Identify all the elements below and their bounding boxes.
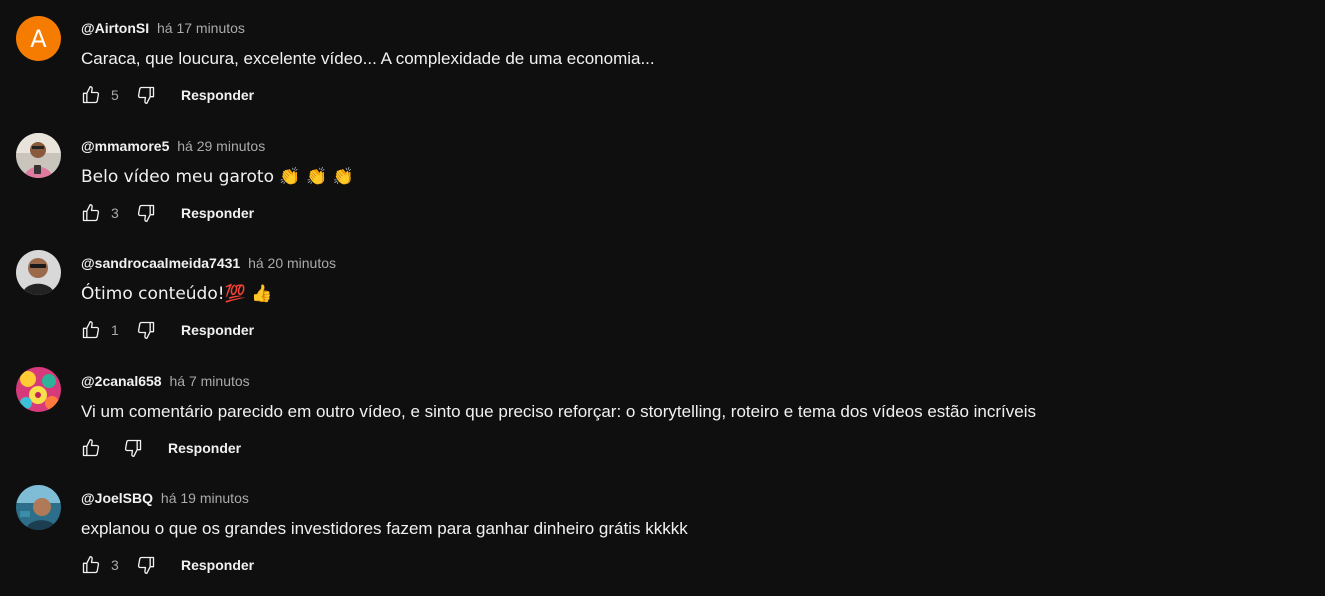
- like-button[interactable]: [80, 437, 102, 459]
- comment-actions: 5 Responder: [80, 83, 254, 107]
- comment-item: @sandrocaalmeida7431 há 20 minutos Ótimo…: [0, 238, 1325, 356]
- comment-item: @JoelSBQ há 19 minutos explanou o que os…: [0, 473, 1325, 591]
- thumbs-up-icon: [82, 556, 100, 574]
- comment-text: Vi um comentário parecido em outro vídeo…: [81, 402, 1036, 421]
- dislike-button[interactable]: [135, 84, 157, 106]
- comment-author[interactable]: @sandrocaalmeida7431: [81, 255, 240, 271]
- comment-time[interactable]: há 29 minutos: [177, 138, 265, 154]
- thumbs-up-icon: [82, 321, 100, 339]
- comment-time[interactable]: há 17 minutos: [157, 20, 245, 36]
- comment-text: Belo vídeo meu garoto 👏 👏 👏: [81, 165, 354, 189]
- user-photo-icon: [16, 367, 61, 412]
- reply-button[interactable]: Responder: [181, 205, 254, 221]
- avatar[interactable]: [16, 485, 61, 530]
- comment-actions: Responder: [80, 436, 241, 460]
- comment-item: A @AirtonSI há 17 minutos Caraca, que lo…: [0, 3, 1325, 121]
- like-count: 5: [111, 87, 119, 103]
- comment-author[interactable]: @AirtonSI: [81, 20, 149, 36]
- like-count: 1: [111, 322, 119, 338]
- thumbs-down-icon: [124, 439, 142, 457]
- reply-button[interactable]: Responder: [181, 557, 254, 573]
- thumbs-down-icon: [137, 204, 155, 222]
- like-button[interactable]: [80, 84, 102, 106]
- comment-author[interactable]: @JoelSBQ: [81, 490, 153, 506]
- like-button[interactable]: [80, 554, 102, 576]
- user-photo-icon: [16, 250, 61, 295]
- avatar[interactable]: [16, 367, 61, 412]
- like-button[interactable]: [80, 202, 102, 224]
- like-count: 3: [111, 557, 119, 573]
- comment-text-content: Belo vídeo meu garoto 👏 👏 👏: [81, 167, 354, 187]
- comment-actions: 1 Responder: [80, 318, 254, 342]
- comment-header: @2canal658 há 7 minutos: [81, 371, 250, 391]
- user-photo-icon: [16, 485, 61, 530]
- comment-actions: 3 Responder: [80, 201, 254, 225]
- like-button[interactable]: [80, 319, 102, 341]
- comment-actions: 3 Responder: [80, 553, 254, 577]
- comment-text: explanou o que os grandes investidores f…: [81, 519, 688, 538]
- thumbs-down-icon: [137, 86, 155, 105]
- avatar-letter: A: [30, 24, 47, 53]
- avatar[interactable]: [16, 250, 61, 295]
- dislike-button[interactable]: [122, 437, 144, 459]
- comment-time[interactable]: há 7 minutos: [170, 373, 250, 389]
- thumbs-down-icon: [137, 556, 155, 574]
- comment-time[interactable]: há 20 minutos: [248, 255, 336, 271]
- comment-text: Ótimo conteúdo!💯 👍: [81, 282, 272, 306]
- like-count: 3: [111, 205, 119, 221]
- thumbs-up-icon: [82, 439, 100, 457]
- dislike-button[interactable]: [135, 554, 157, 576]
- user-photo-icon: [16, 133, 61, 178]
- comment-text: Caraca, que loucura, excelente vídeo... …: [81, 49, 655, 68]
- comment-header: @JoelSBQ há 19 minutos: [81, 488, 249, 508]
- dislike-button[interactable]: [135, 319, 157, 341]
- avatar[interactable]: A: [16, 16, 61, 61]
- comment-time[interactable]: há 19 minutos: [161, 490, 249, 506]
- reply-button[interactable]: Responder: [181, 87, 254, 103]
- comment-header: @mmamore5 há 29 minutos: [81, 136, 265, 156]
- comment-author[interactable]: @mmamore5: [81, 138, 169, 154]
- comment-author[interactable]: @2canal658: [81, 373, 162, 389]
- thumbs-up-icon: [82, 86, 100, 104]
- reply-button[interactable]: Responder: [168, 440, 241, 456]
- dislike-button[interactable]: [135, 202, 157, 224]
- comment-item: @2canal658 há 7 minutos Vi um comentário…: [0, 356, 1325, 474]
- comment-text-content: Ótimo conteúdo!💯 👍: [81, 284, 273, 304]
- reply-button[interactable]: Responder: [181, 322, 254, 338]
- comment-header: @AirtonSI há 17 minutos: [81, 18, 245, 38]
- avatar[interactable]: [16, 133, 61, 178]
- thumbs-down-icon: [137, 321, 155, 339]
- comment-item: @mmamore5 há 29 minutos Belo vídeo meu g…: [0, 121, 1325, 239]
- comment-header: @sandrocaalmeida7431 há 20 minutos: [81, 253, 336, 273]
- thumbs-up-icon: [82, 204, 100, 222]
